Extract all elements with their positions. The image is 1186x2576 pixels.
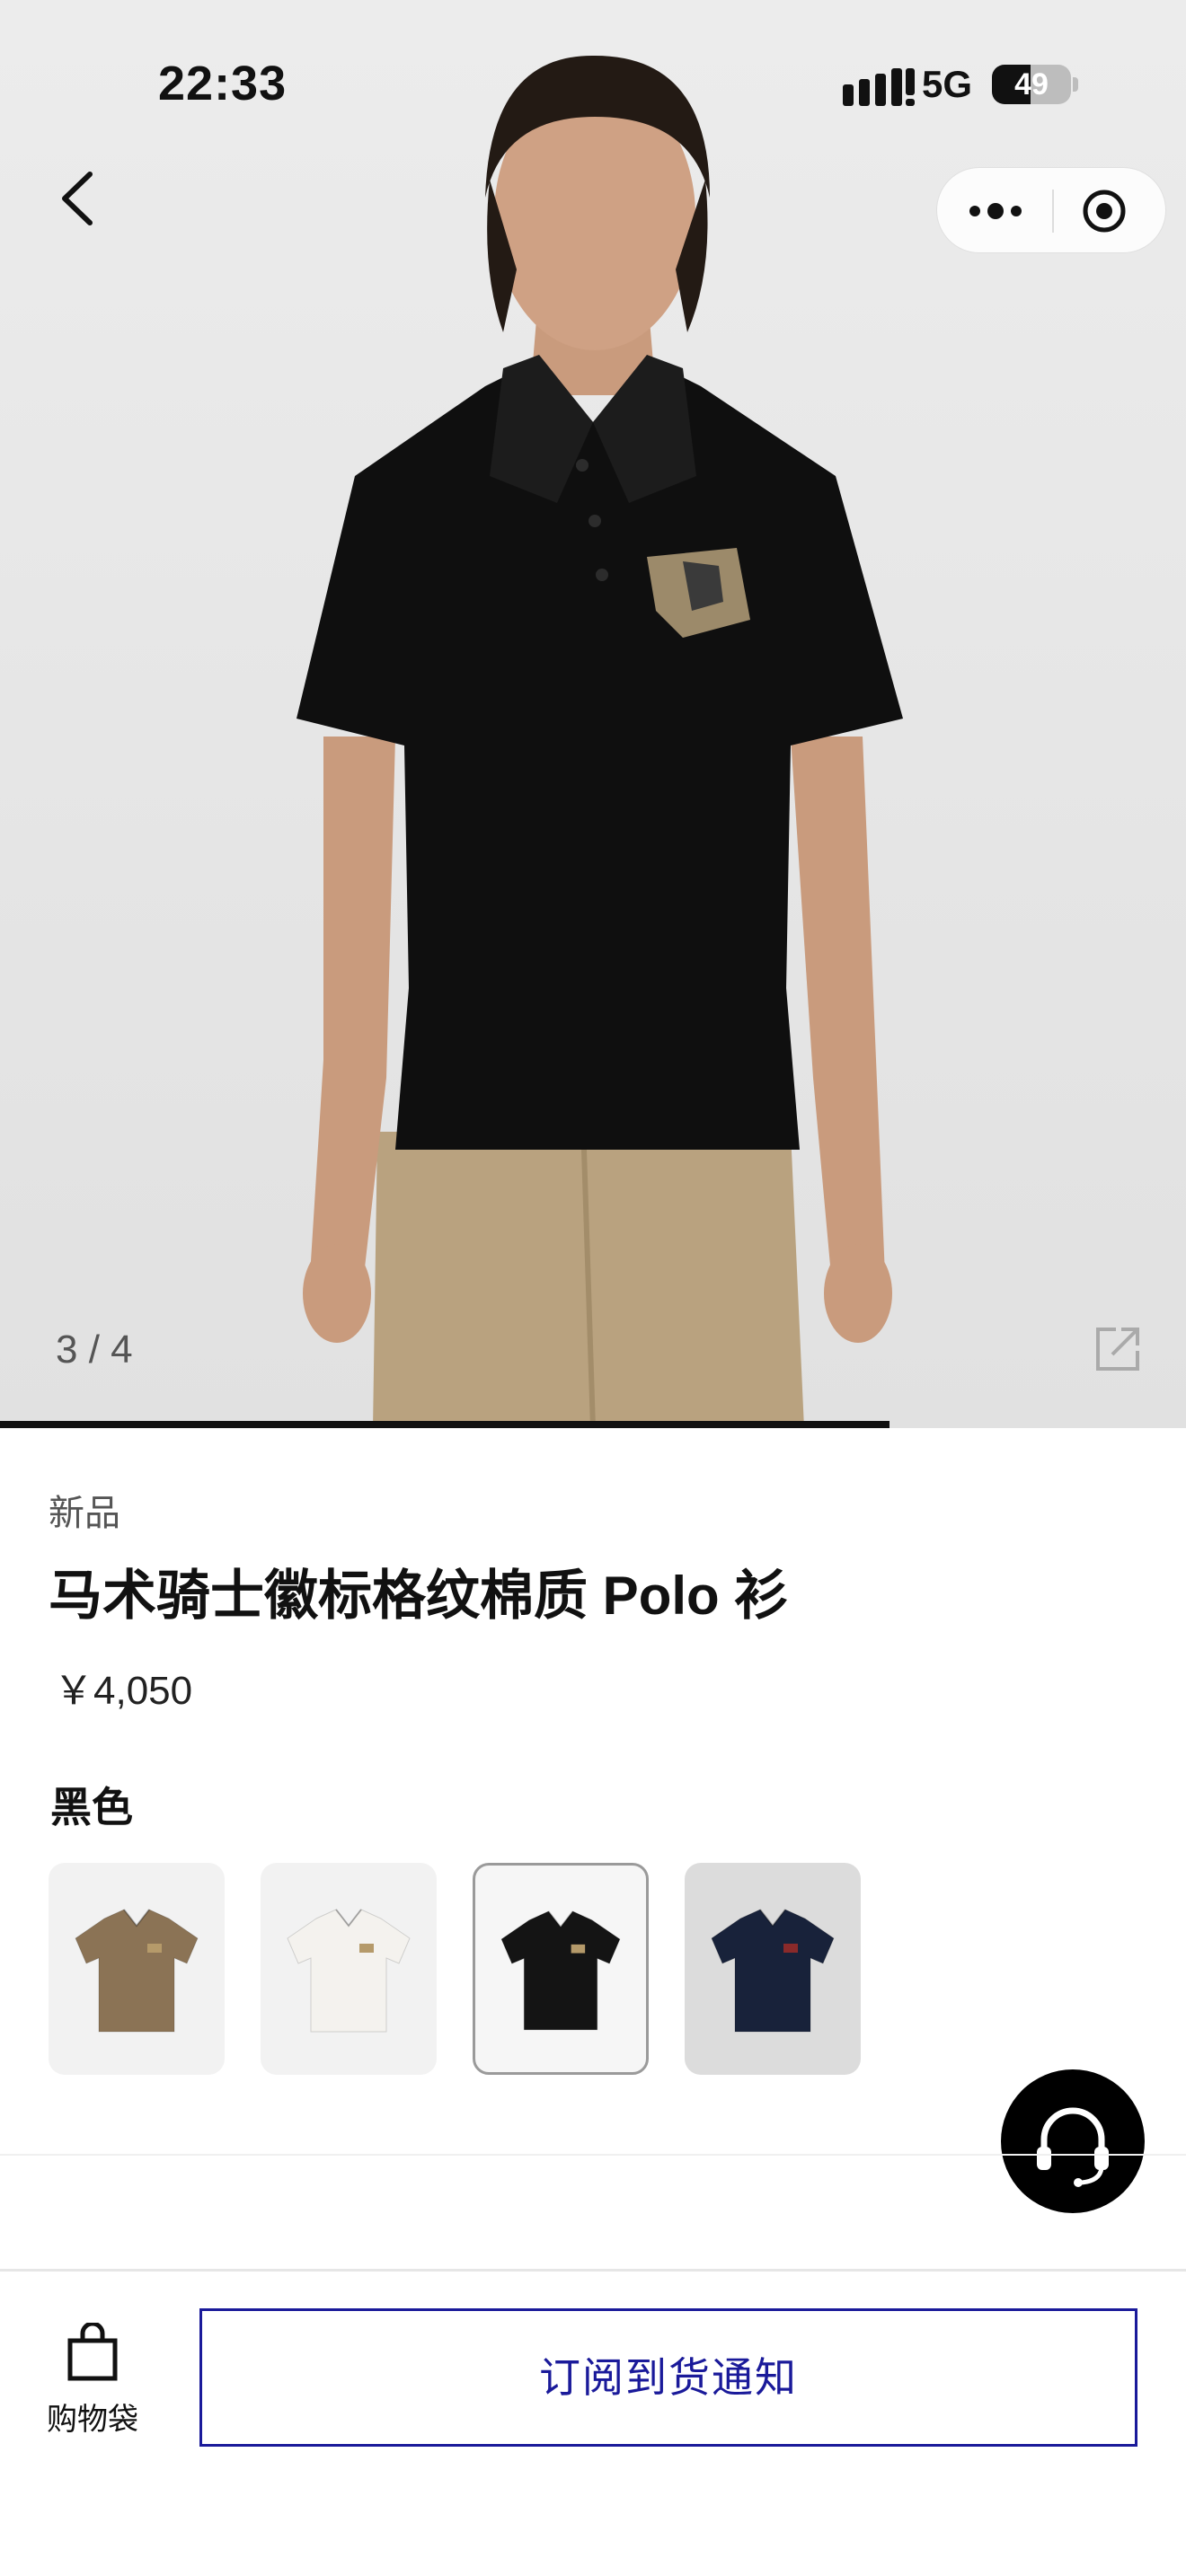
capsule-divider	[1052, 190, 1054, 233]
polo-shirt-thumbnail	[75, 1909, 199, 2033]
image-counter: 3 / 4	[56, 1328, 133, 1372]
color-swatch-white[interactable]	[261, 1863, 437, 2075]
subscribe-restock-button[interactable]: 订阅到货通知	[199, 2308, 1137, 2447]
status-bar: 22:33 5G 49	[0, 0, 1186, 171]
product-title: 马术骑士徽标格纹棉质 Polo 衫	[49, 1566, 789, 1626]
color-swatch-navy[interactable]	[685, 1863, 861, 2075]
battery-level: 49	[1014, 67, 1049, 101]
shopping-bag-button[interactable]: 购物袋	[36, 2314, 149, 2439]
headset-icon	[1037, 2107, 1109, 2187]
more-options-icon[interactable]	[964, 190, 1027, 233]
battery-tip	[1073, 77, 1078, 92]
gallery-progress-bar	[0, 1421, 890, 1428]
expand-icon[interactable]	[1093, 1324, 1143, 1374]
color-label: 黑色	[50, 1784, 133, 1831]
product-price: ￥4,050	[54, 1669, 193, 1713]
network-type: 5G	[922, 63, 973, 105]
section-divider	[0, 2154, 1186, 2156]
mini-program-capsule	[936, 167, 1166, 253]
color-swatches	[49, 1863, 947, 2078]
shopping-bag-label: 购物袋	[47, 2403, 138, 2437]
polo-shirt-thumbnail	[500, 1910, 621, 2031]
new-tag: 新品	[49, 1494, 120, 1533]
product-image-gallery[interactable]: 22:33 5G 49 3 / 4	[0, 0, 1186, 1428]
status-time: 22:33	[158, 57, 288, 110]
color-swatch-black[interactable]	[473, 1863, 649, 2075]
color-swatch-brown[interactable]	[49, 1863, 225, 2075]
shopping-bag-icon	[67, 2323, 118, 2381]
back-arrow-icon[interactable]	[50, 167, 104, 230]
battery-icon: 49	[992, 65, 1071, 104]
bottom-bar-divider	[0, 2269, 1186, 2272]
customer-service-button[interactable]	[1001, 2069, 1145, 2213]
polo-shirt-thumbnail	[287, 1909, 411, 2033]
signal-icon	[843, 68, 915, 106]
close-target-icon[interactable]	[1081, 188, 1128, 234]
polo-shirt-thumbnail	[711, 1909, 835, 2033]
